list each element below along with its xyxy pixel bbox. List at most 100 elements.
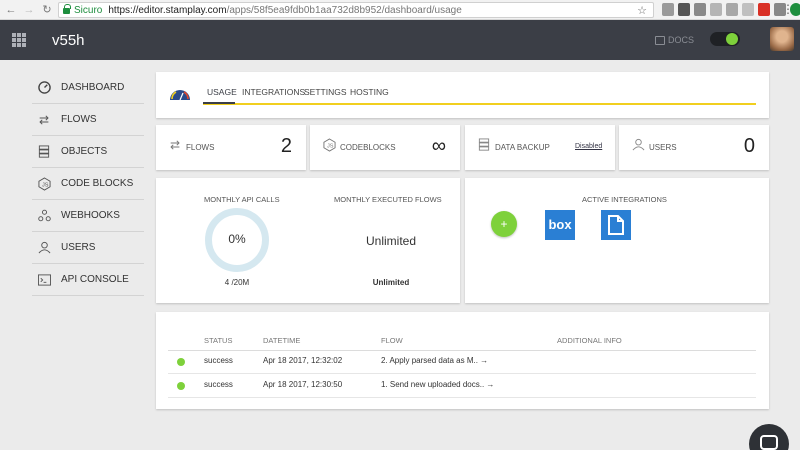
extension-dark-icon[interactable] [678,3,690,16]
success-status-dot [177,358,185,366]
sidebar-item-label: DASHBOARD [61,82,125,93]
user-icon [37,241,51,255]
row-flow-link[interactable]: 1. Send new uploaded docs.. → [381,380,494,389]
extension-k-icon[interactable] [710,3,722,16]
nodejs-icon: JS [37,176,51,191]
active-tab-indicator [203,102,235,104]
column-header-status: STATUS [204,336,233,345]
tab-usage[interactable]: USAGE [207,87,237,97]
codeblocks-stat-label: CODEBLOCKS [340,143,396,152]
column-header-flow: FLOW [381,336,403,345]
extension-camera-icon[interactable] [694,3,706,16]
sidebar-item-label: API CONSOLE [61,274,129,285]
table-row[interactable]: success Apr 18 2017, 12:32:02 2. Apply p… [168,350,756,374]
extension-red-icon[interactable] [758,3,770,16]
row-datetime: Apr 18 2017, 12:32:02 [263,356,343,365]
active-integrations-card: ACTIVE INTEGRATIONS + box [465,178,769,303]
sidebar-item-dashboard[interactable]: DASHBOARD [32,72,144,104]
svg-text:JS: JS [326,143,333,149]
secure-label: Sicuro [74,4,103,16]
avatar[interactable] [770,27,794,51]
sidebar-item-webhooks[interactable]: WEBHOOKS [32,200,144,232]
app-name: v55h [52,32,85,49]
toggle-knob [726,33,738,45]
codeblocks-stat-card: JS CODEBLOCKS ∞ [310,125,460,170]
shuffle-icon: ⇄ [38,112,50,127]
address-bar[interactable]: Sicuro https://editor.stamplay.com/apps/… [58,2,654,18]
box-integration-logo[interactable]: box [545,210,575,240]
nodejs-icon: JS [322,138,336,154]
flows-stat-label: FLOWS [186,143,215,152]
success-status-dot [177,382,185,390]
tab-settings[interactable]: SETTINGS [304,87,347,97]
lock-icon [63,4,71,14]
row-flow-link[interactable]: 2. Apply parsed data as M.. → [381,356,488,365]
tab-hosting[interactable]: HOSTING [350,87,389,97]
mode-toggle[interactable] [710,32,740,46]
terminal-icon [37,273,51,287]
sidebar-item-flows[interactable]: ⇄ FLOWS [32,104,144,136]
flows-stat-card: ⇄ FLOWS 2 [156,125,306,170]
extension-recycle-icon[interactable] [662,3,674,16]
executed-flows-limit: Unlimited [372,278,410,287]
row-status: success [204,380,233,389]
browser-menu-icon[interactable]: ⋮ [782,2,794,16]
svg-text:JS: JS [41,182,48,188]
chat-icon [760,435,778,450]
backup-stat-label: DATA BACKUP [495,143,550,152]
dashboard-tabs-card: USAGE INTEGRATIONS SETTINGS HOSTING [156,72,769,118]
database-icon [477,138,491,154]
webhook-icon [37,209,51,223]
monthly-api-calls-title: MONTHLY API CALLS [204,195,280,204]
sidebar-item-code-blocks[interactable]: JS CODE BLOCKS [32,168,144,200]
flow-logs-card: STATUS DATETIME FLOW ADDITIONAL INFO suc… [156,312,769,409]
app-header: v55h DOCS [0,20,800,60]
codeblocks-stat-value: ∞ [431,135,446,157]
document-integration-icon[interactable] [601,210,631,240]
users-stat-value: 0 [743,135,755,157]
usage-metrics-card: MONTHLY API CALLS 0% 4 /20M MONTHLY EXEC… [156,178,460,303]
tabs-underline [203,103,756,105]
column-header-additional-info: ADDITIONAL INFO [557,336,622,345]
sidebar-item-label: OBJECTS [61,146,108,157]
sidebar-item-label: FLOWS [61,114,97,125]
sidebar-item-label: CODE BLOCKS [61,178,134,189]
sidebar-item-users[interactable]: USERS [32,232,144,264]
extension-pen-icon[interactable] [742,3,754,16]
backup-disabled-link[interactable]: Disabled [575,143,602,150]
flows-stat-value: 2 [280,135,292,157]
extension-icons [662,3,800,16]
api-usage-percent: 0% [228,232,246,246]
sidebar-item-api-console[interactable]: API CONSOLE [32,264,144,296]
users-stat-label: USERS [649,143,677,152]
tab-integrations[interactable]: INTEGRATIONS [242,87,305,97]
executed-flows-value: Unlimited [365,234,416,248]
docs-icon [655,35,665,45]
sidebar: DASHBOARD ⇄ FLOWS OBJECTS JS CODE BLOCKS… [32,72,144,296]
docs-link[interactable]: DOCS [655,35,694,45]
extension-gray-icon[interactable] [726,3,738,16]
url-host: https://editor.stamplay.com [108,4,227,16]
back-icon[interactable]: ← [2,4,20,16]
sidebar-item-objects[interactable]: OBJECTS [32,136,144,168]
users-stat-card: USERS 0 [619,125,769,170]
sidebar-item-label: USERS [61,242,96,253]
api-usage-count: 4 /20M [224,278,250,287]
url-path: /apps/58f5ea9fdb0b1aa732d8b952/dashboard… [226,4,462,16]
row-datetime: Apr 18 2017, 12:30:50 [263,380,343,389]
forward-icon[interactable]: → [20,4,38,16]
speedometer-icon [37,81,51,95]
docs-label: DOCS [668,35,695,45]
shuffle-icon: ⇄ [169,138,181,152]
browser-toolbar: ← → ↻ Sicuro https://editor.stamplay.com… [0,0,800,20]
chat-support-button[interactable] [749,424,789,450]
backup-stat-card: DATA BACKUP Disabled [465,125,615,170]
bookmark-star-icon[interactable]: ☆ [637,4,647,17]
reload-icon[interactable]: ↻ [38,3,56,16]
sidebar-item-label: WEBHOOKS [61,210,120,221]
app-grid-icon[interactable] [12,33,26,47]
row-status: success [204,356,233,365]
table-row[interactable]: success Apr 18 2017, 12:30:50 1. Send ne… [168,374,756,398]
add-integration-button[interactable]: + [491,211,517,237]
database-icon [37,145,51,159]
